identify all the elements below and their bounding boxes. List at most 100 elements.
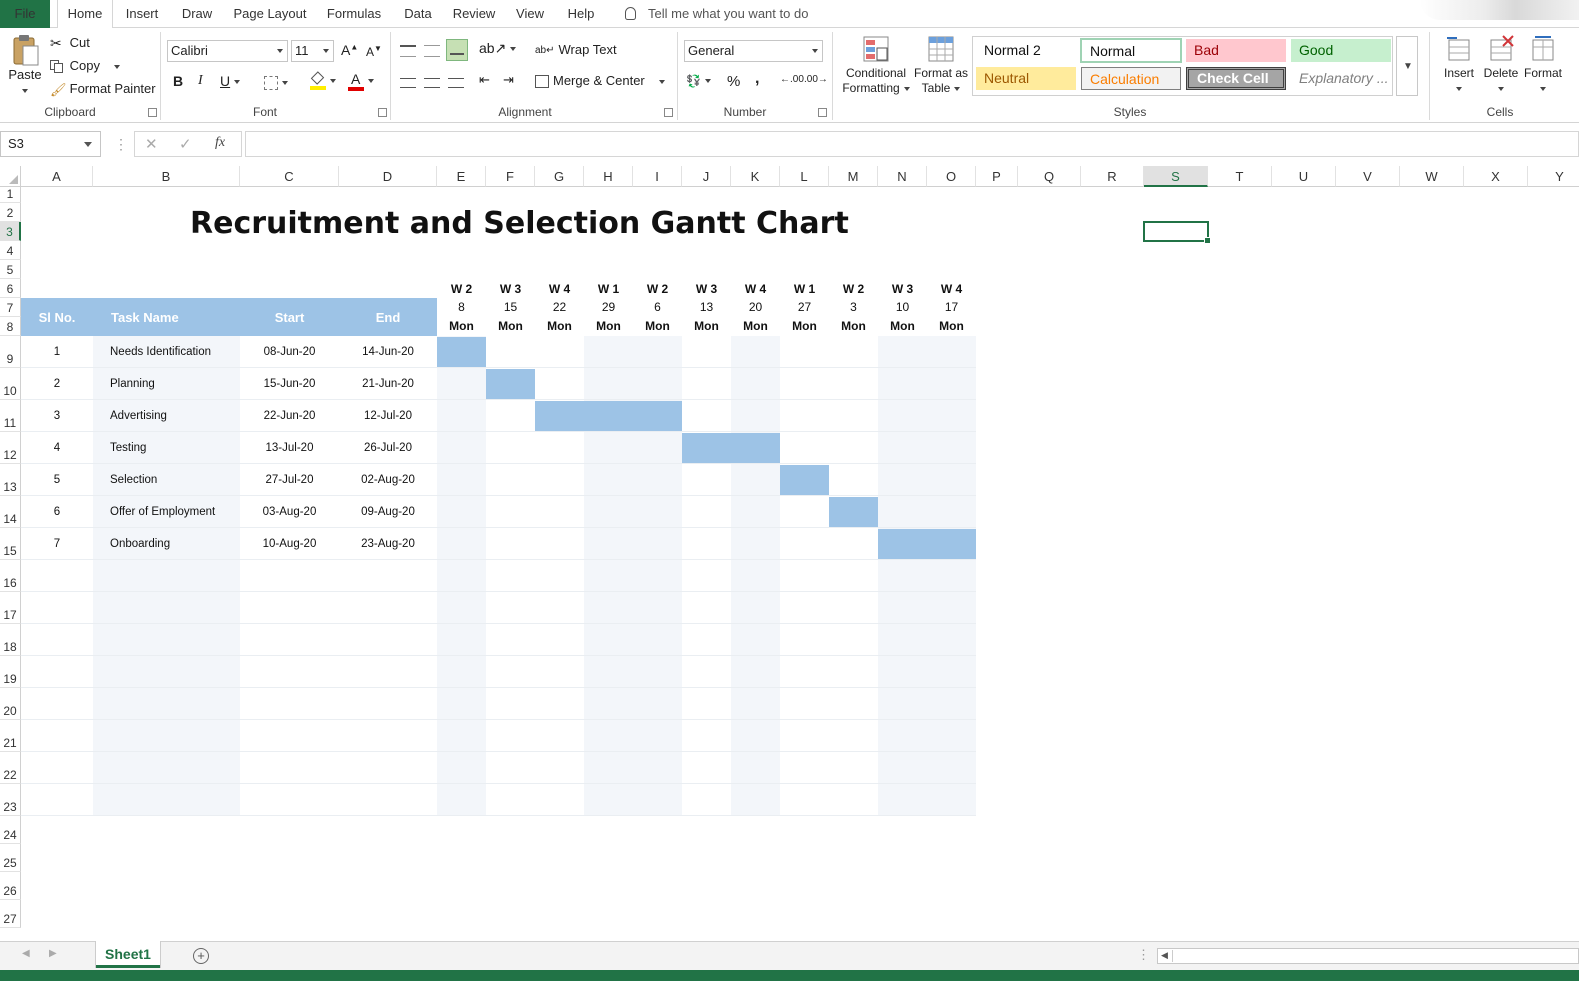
tab-draw[interactable]: Draw	[176, 0, 218, 28]
task-end-date[interactable]: 23-Aug-20	[339, 528, 437, 560]
task-name[interactable]: Testing	[93, 432, 240, 464]
task-sl-no[interactable]: 3	[21, 400, 93, 432]
align-middle-button[interactable]	[424, 42, 440, 57]
enter-icon[interactable]: ✓	[179, 135, 192, 153]
week-day-name[interactable]: Mon	[829, 317, 878, 336]
column-header-g[interactable]: G	[535, 166, 584, 187]
week-day-number[interactable]: 29	[584, 298, 633, 317]
selected-cell[interactable]	[1143, 221, 1211, 244]
format-as-table-button[interactable]: Format as Table	[912, 34, 970, 96]
column-header-b[interactable]: B	[93, 166, 240, 187]
week-day-name[interactable]: Mon	[437, 317, 486, 336]
column-header-q[interactable]: Q	[1018, 166, 1081, 187]
row-header-1[interactable]: 1	[0, 187, 21, 203]
bold-button[interactable]: B	[173, 73, 183, 89]
scroll-left-icon[interactable]: ◀	[22, 948, 30, 959]
week-day-name[interactable]: Mon	[878, 317, 927, 336]
alignment-launcher-icon[interactable]	[664, 108, 673, 117]
week-label[interactable]: W 3	[878, 280, 927, 299]
task-name[interactable]: Selection	[93, 464, 240, 496]
decrease-decimal-button[interactable]: .00→	[804, 74, 828, 85]
row-header-26[interactable]: 26	[0, 872, 21, 900]
increase-decimal-button[interactable]: ←.00	[780, 74, 804, 85]
week-day-name[interactable]: Mon	[584, 317, 633, 336]
week-day-name[interactable]: Mon	[927, 317, 976, 336]
task-start-date[interactable]: 22-Jun-20	[240, 400, 339, 432]
gantt-bar[interactable]	[682, 433, 780, 463]
tab-home[interactable]: Home	[57, 0, 113, 29]
column-header-n[interactable]: N	[878, 166, 927, 187]
week-day-name[interactable]: Mon	[731, 317, 780, 336]
borders-button[interactable]	[264, 74, 288, 90]
week-day-name[interactable]: Mon	[682, 317, 731, 336]
task-sl-no[interactable]: 5	[21, 464, 93, 496]
row-header-14[interactable]: 14	[0, 496, 21, 528]
worksheet-grid[interactable]: ABCDEFGHIJKLMNOPQRSTUVWXY 1 2 3 4 5 6 7 8 9 10 11 1…	[0, 166, 1579, 941]
week-label[interactable]: W 2	[829, 280, 878, 299]
formula-input[interactable]	[245, 131, 1579, 157]
header-start[interactable]: Start	[240, 298, 339, 336]
week-day-number[interactable]: 27	[780, 298, 829, 317]
copy-button[interactable]: Copy	[50, 58, 120, 74]
format-painter-button[interactable]: 🖌 Format Painter	[50, 81, 156, 98]
column-header-e[interactable]: E	[437, 166, 486, 187]
task-sl-no[interactable]: 1	[21, 336, 93, 368]
font-launcher-icon[interactable]	[378, 108, 387, 117]
cut-button[interactable]: ✂ Cut	[50, 35, 90, 52]
week-day-number[interactable]: 3	[829, 298, 878, 317]
conditional-formatting-button[interactable]: Conditional Formatting	[840, 34, 912, 96]
gantt-bar[interactable]	[437, 337, 486, 367]
name-box[interactable]: S3	[0, 131, 101, 157]
week-label[interactable]: W 1	[780, 280, 829, 299]
row-header-23[interactable]: 23	[0, 784, 21, 816]
row-header-8[interactable]: 8	[0, 317, 21, 336]
style-explanatory[interactable]: Explanatory ...	[1291, 67, 1391, 90]
column-header-f[interactable]: F	[486, 166, 535, 187]
column-header-c[interactable]: C	[240, 166, 339, 187]
cancel-icon[interactable]: ✕	[145, 135, 158, 153]
column-header-j[interactable]: J	[682, 166, 731, 187]
row-header-3[interactable]: 3	[0, 222, 21, 241]
row-header-20[interactable]: 20	[0, 688, 21, 720]
task-name[interactable]: Planning	[93, 368, 240, 400]
task-sl-no[interactable]: 2	[21, 368, 93, 400]
header-sl-no[interactable]: Sl No.	[21, 298, 93, 336]
task-start-date[interactable]: 27-Jul-20	[240, 464, 339, 496]
wrap-text-button[interactable]: ab↵ Wrap Text	[535, 42, 617, 57]
row-header-25[interactable]: 25	[0, 844, 21, 872]
week-label[interactable]: W 3	[682, 280, 731, 299]
number-format-select[interactable]: General	[684, 40, 823, 62]
task-start-date[interactable]: 03-Aug-20	[240, 496, 339, 528]
column-header-w[interactable]: W	[1400, 166, 1464, 187]
row-header-7[interactable]: 7	[0, 298, 21, 317]
week-day-number[interactable]: 17	[927, 298, 976, 317]
task-end-date[interactable]: 02-Aug-20	[339, 464, 437, 496]
style-normal-2[interactable]: Normal 2	[976, 39, 1076, 62]
font-name-select[interactable]: Calibri	[167, 40, 288, 62]
week-label[interactable]: W 3	[486, 280, 535, 299]
style-good[interactable]: Good	[1291, 39, 1391, 62]
tab-review[interactable]: Review	[448, 0, 500, 28]
header-end[interactable]: End	[339, 298, 437, 336]
column-header-u[interactable]: U	[1272, 166, 1336, 187]
header-task-name[interactable]: Task Name	[93, 298, 240, 336]
column-header-v[interactable]: V	[1336, 166, 1400, 187]
styles-gallery-more-button[interactable]: ▼	[1396, 36, 1418, 96]
orientation-button[interactable]: ab↗	[479, 40, 517, 57]
insert-function-button[interactable]: fx	[215, 135, 225, 151]
style-calculation[interactable]: Calculation	[1081, 67, 1181, 90]
task-end-date[interactable]: 26-Jul-20	[339, 432, 437, 464]
row-header-2[interactable]: 2	[0, 203, 21, 222]
tab-insert[interactable]: Insert	[120, 0, 164, 28]
row-header-4[interactable]: 4	[0, 241, 21, 260]
decrease-indent-button[interactable]: ⇤	[479, 72, 490, 88]
task-start-date[interactable]: 13-Jul-20	[240, 432, 339, 464]
style-bad[interactable]: Bad	[1186, 39, 1286, 62]
column-header-o[interactable]: O	[927, 166, 976, 187]
tab-formulas[interactable]: Formulas	[322, 0, 386, 28]
tab-page-layout[interactable]: Page Layout	[230, 0, 310, 28]
task-end-date[interactable]: 21-Jun-20	[339, 368, 437, 400]
week-day-number[interactable]: 8	[437, 298, 486, 317]
row-header-13[interactable]: 13	[0, 464, 21, 496]
row-header-21[interactable]: 21	[0, 720, 21, 752]
